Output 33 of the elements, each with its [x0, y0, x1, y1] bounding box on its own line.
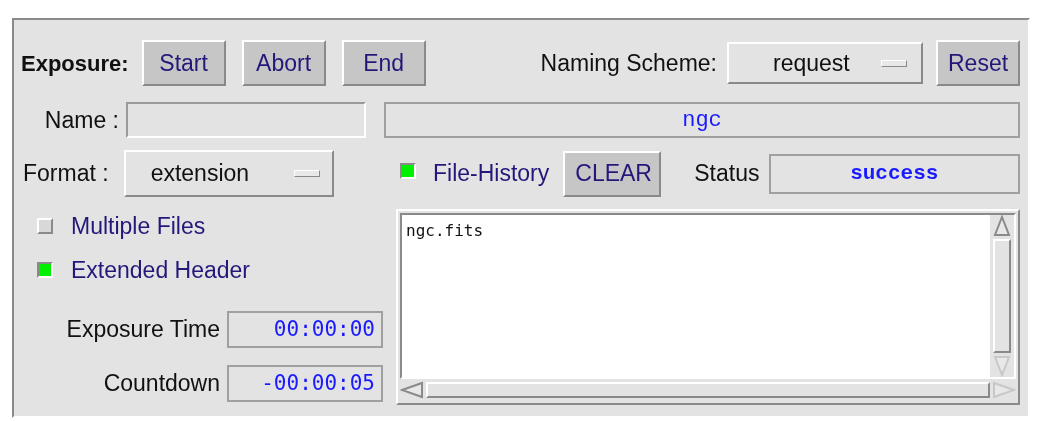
name-label: Name :: [44, 105, 119, 135]
format-label: Format :: [23, 159, 109, 189]
format-dropdown[interactable]: extension: [123, 150, 334, 197]
scrollbar-thumb[interactable]: [993, 239, 1011, 353]
dropdown-indicator-icon: [881, 59, 907, 67]
status-display: success: [768, 153, 1020, 194]
scroll-left-icon[interactable]: [400, 381, 424, 399]
countdown-field: -00:00:05: [227, 365, 383, 402]
dropdown-indicator-icon: [293, 170, 320, 177]
status-label: Status: [694, 159, 760, 189]
exposure-button[interactable]: Abort: [241, 40, 326, 86]
countdown-label: Countdown: [103, 369, 220, 399]
vertical-scrollbar[interactable]: [990, 215, 1014, 377]
scrollbar-thumb[interactable]: [426, 382, 990, 398]
file-history-label[interactable]: File-History: [433, 156, 550, 191]
naming-scheme-dropdown[interactable]: request: [727, 42, 923, 84]
option-label[interactable]: Extended Header: [71, 252, 250, 288]
naming-scheme-label: Naming Scheme:: [540, 48, 717, 78]
name-field[interactable]: [126, 102, 366, 138]
horizontal-scrollbar[interactable]: [400, 379, 1016, 401]
exposure-button[interactable]: End: [341, 40, 426, 86]
clear-button[interactable]: CLEAR: [563, 150, 662, 197]
history-list[interactable]: ngc.fits: [396, 209, 1020, 405]
option-label[interactable]: Multiple Files: [71, 208, 206, 244]
exposure-time-field: 00:00:00: [227, 311, 383, 348]
checkbox[interactable]: [37, 262, 53, 278]
exposure-time-label: Exposure Time: [66, 315, 220, 345]
filename-display: ngc: [384, 102, 1020, 138]
reset-button[interactable]: Reset: [936, 40, 1020, 86]
history-entry[interactable]: ngc.fits: [406, 219, 990, 243]
exposure-button[interactable]: Start: [141, 40, 226, 86]
exposure-label: Exposure:: [21, 49, 129, 78]
scroll-up-icon[interactable]: [993, 215, 1011, 237]
